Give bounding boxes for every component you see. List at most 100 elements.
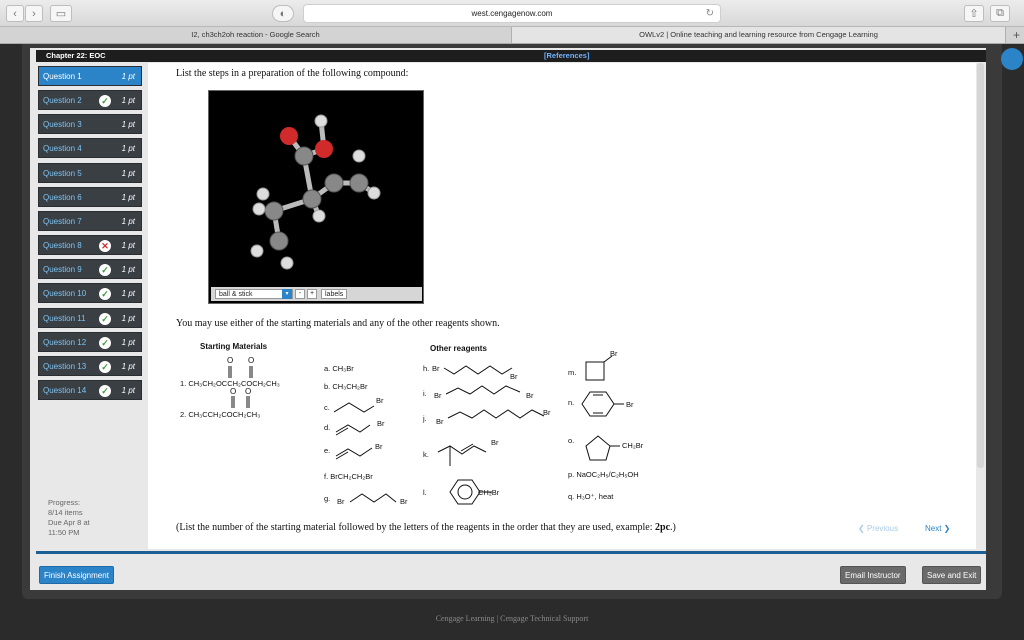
due-time: 11:50 PM (48, 528, 80, 537)
next-button[interactable]: Next ❯ (925, 524, 950, 533)
svg-text:O: O (245, 387, 251, 396)
reagent-i-br1: Br (434, 391, 442, 400)
reagent-j-br2: Br (543, 408, 551, 417)
privacy-icon[interactable]: ◐ (272, 5, 294, 22)
zoom-in-button[interactable]: + (307, 289, 317, 299)
reagent-e-br: Br (375, 442, 383, 451)
reagent-g-letter: g. (324, 494, 331, 503)
question-label: Question 13 (43, 361, 87, 371)
sidebar-question-9[interactable]: Question 9 ✓ 1 pt (38, 259, 142, 280)
labels-text: labels (325, 291, 344, 298)
sidebar-question-13[interactable]: Question 13 ✓ 1 pt (38, 355, 142, 376)
question-label: Question 1 (43, 72, 82, 81)
question-points: 1 pt (121, 144, 135, 154)
sidebar-question-10[interactable]: Question 10 ✓ 1 pt (38, 283, 142, 304)
previous-label: Previous (866, 524, 899, 533)
molecule-viewer[interactable] (208, 90, 424, 304)
correct-check-icon: ✓ (99, 360, 111, 373)
references-link[interactable]: [References] (544, 50, 589, 62)
sidebar-question-14[interactable]: Question 14 ✓ 1 pt (38, 379, 142, 400)
question-points: 1 pt (121, 313, 135, 323)
reagent-a: a. CH₃Br (324, 364, 354, 373)
sidebar-question-11[interactable]: Question 11 ✓ 1 pt (38, 307, 142, 328)
instructions-example: 2pc (655, 522, 671, 533)
sidebar-question-6[interactable]: Question 6 1 pt (38, 186, 142, 207)
question-label: Question 4 (43, 144, 82, 154)
finish-assignment-button[interactable]: Finish Assignment (39, 566, 114, 584)
question-points: 1 pt (121, 216, 135, 226)
new-tab-button[interactable]: + (1013, 27, 1020, 43)
reagent-d-br: Br (377, 419, 385, 428)
reagent-h-br2: Br (510, 372, 518, 381)
sidebar-toggle-button[interactable]: ▭ (50, 5, 72, 22)
tab-label: I2, ch3ch2oh reaction - Google Search (191, 30, 320, 39)
question-points: 1 pt (121, 361, 135, 371)
correct-check-icon: ✓ (99, 288, 111, 301)
correct-check-icon: ✓ (99, 336, 111, 349)
reagent-h-br1: Br (432, 364, 440, 373)
sidebar-question-4[interactable]: Question 4 1 pt (38, 138, 142, 159)
question-label: Question 2 (43, 96, 82, 106)
tabs-button[interactable]: ⧉ (990, 5, 1010, 22)
question-label: Question 12 (43, 337, 87, 347)
sidebar-question-12[interactable]: Question 12 ✓ 1 pt (38, 331, 142, 352)
url-bar[interactable]: west.cengagenow.com ↻ (303, 4, 721, 23)
chevron-down-icon: ▾ (282, 289, 292, 299)
reload-icon[interactable]: ↻ (706, 5, 714, 23)
previous-button[interactable]: ❮ Previous (858, 524, 898, 533)
sidebar-question-2[interactable]: Question 2 ✓ 1 pt (38, 90, 142, 111)
reagent-o-ch2br: CH₂Br (622, 441, 644, 450)
correct-check-icon: ✓ (99, 264, 111, 277)
reagent-j-letter: j. (423, 414, 427, 423)
question-label: Question 5 (43, 168, 82, 178)
reagent-instructions: You may use either of the starting mater… (176, 318, 500, 329)
reagent-h-letter: h. (423, 364, 430, 373)
chapter-header: Chapter 22: EOC [References] (36, 50, 986, 62)
question-label: Question 14 (43, 385, 87, 395)
sidebar-question-3[interactable]: Question 3 1 pt (38, 114, 142, 135)
email-instructor-button[interactable]: Email Instructor (840, 566, 906, 584)
share-button[interactable]: ⇧ (964, 5, 984, 22)
zoom-out-button[interactable]: - (295, 289, 305, 299)
sidebar-question-8[interactable]: Question 8 ✕ 1 pt (38, 235, 142, 256)
reagent-i-br2: Br (526, 391, 534, 400)
sidebar-question-5[interactable]: Question 5 1 pt (38, 162, 142, 183)
reagent-m-br: Br (610, 349, 618, 358)
reagent-j-br1: Br (436, 417, 444, 426)
tab-google-search[interactable]: I2, ch3ch2oh reaction - Google Search (0, 27, 512, 43)
reagent-q: q. H₃O⁺, heat (568, 492, 614, 501)
reagent-n-letter: n. (568, 398, 575, 407)
question-label: Question 9 (43, 265, 82, 275)
question-points: 1 pt (121, 168, 135, 178)
browser-toolbar: ‹ › ▭ ◐ west.cengagenow.com ↻ ⇧ ⧉ (0, 0, 1024, 27)
forward-button[interactable]: › (25, 5, 43, 22)
reagent-k-br: Br (491, 438, 499, 447)
render-mode-select[interactable]: ball & stick ▾ (215, 289, 293, 299)
tab-owlv2[interactable]: OWLv2 | Online teaching and learning res… (512, 27, 1006, 43)
reagent-k-letter: k. (423, 450, 429, 459)
question-points: 1 pt (121, 289, 135, 299)
tab-label: OWLv2 | Online teaching and learning res… (639, 30, 878, 39)
reagent-d-letter: d. (324, 423, 331, 432)
reagent-m-letter: m. (568, 368, 577, 377)
reagent-l-letter: l. (423, 488, 427, 497)
labels-toggle[interactable]: labels (321, 289, 348, 299)
sidebar-question-7[interactable]: Question 7 1 pt (38, 210, 142, 231)
tab-bar: I2, ch3ch2oh reaction - Google Search OW… (0, 27, 1024, 44)
sidebar-question-1[interactable]: Question 1 1 pt (38, 66, 142, 86)
save-and-exit-button[interactable]: Save and Exit (922, 566, 982, 584)
instructions-end: .) (670, 522, 676, 533)
help-headset-icon[interactable] (1001, 48, 1023, 70)
svg-text:O: O (230, 387, 236, 396)
question-prompt: List the steps in a preparation of the f… (176, 68, 409, 79)
reagent-p: p. NaOC₂H₅/C₂H₅OH (568, 470, 639, 479)
content-scrollbar[interactable] (977, 63, 984, 468)
question-points: 1 pt (121, 96, 135, 106)
next-label: Next (925, 524, 942, 533)
question-points: 1 pt (121, 241, 135, 251)
correct-check-icon: ✓ (99, 95, 111, 108)
url-text: west.cengagenow.com (471, 9, 553, 18)
back-button[interactable]: ‹ (6, 5, 24, 22)
question-label: Question 7 (43, 216, 82, 226)
incorrect-icon: ✕ (99, 240, 111, 253)
